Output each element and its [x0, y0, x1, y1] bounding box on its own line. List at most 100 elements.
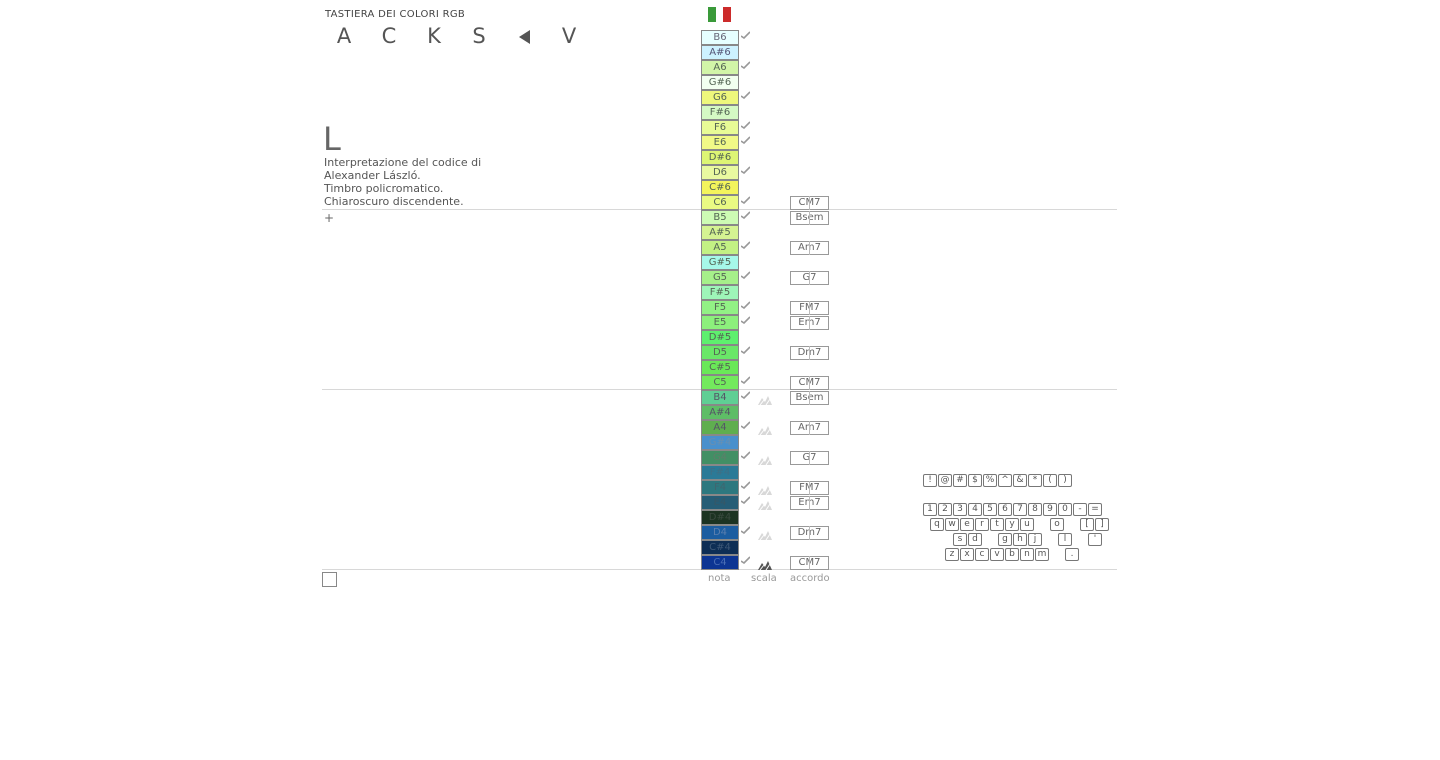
chord-button-bsem[interactable]: Bsem [790, 211, 829, 225]
note-key-g5[interactable]: G5 [701, 270, 739, 285]
keyboard-key[interactable]: z [945, 548, 959, 561]
chord-button-cm7[interactable]: CM7 [790, 376, 829, 390]
keyboard-key[interactable]: ' [1088, 533, 1102, 546]
keyboard-key[interactable]: ^ [998, 474, 1012, 487]
keyboard-key[interactable]: 2 [938, 503, 952, 516]
keyboard-key[interactable]: c [975, 548, 989, 561]
note-key-d-sharp4[interactable]: D#4 [701, 510, 739, 525]
chord-button-am7[interactable]: Am7 [790, 241, 829, 255]
note-key-e4[interactable]: E4 [701, 495, 739, 510]
note-key-d4[interactable]: D4 [701, 525, 739, 540]
note-key-d6[interactable]: D6 [701, 165, 739, 180]
chord-button-cm7[interactable]: CM7 [790, 196, 829, 210]
keyboard-key[interactable]: ! [923, 474, 937, 487]
chord-button-dm7[interactable]: Dm7 [790, 346, 829, 360]
keyboard-key[interactable]: h [1013, 533, 1027, 546]
keyboard-key[interactable]: 0 [1058, 503, 1072, 516]
keyboard-key[interactable]: j [1028, 533, 1042, 546]
keyboard-key[interactable]: ) [1058, 474, 1072, 487]
note-key-e5[interactable]: E5 [701, 315, 739, 330]
note-key-c5[interactable]: C5 [701, 375, 739, 390]
note-key-g4[interactable]: G4 [701, 450, 739, 465]
keyboard-key[interactable]: n [1020, 548, 1034, 561]
note-key-f-sharp6[interactable]: F#6 [701, 105, 739, 120]
keyboard-key[interactable]: s [953, 533, 967, 546]
chord-button-g7[interactable]: G7 [790, 271, 829, 285]
keyboard-key[interactable]: $ [968, 474, 982, 487]
keyboard-key[interactable]: ( [1043, 474, 1057, 487]
chord-button-fm7[interactable]: FM7 [790, 481, 829, 495]
keyboard-key[interactable]: 8 [1028, 503, 1042, 516]
note-key-c6[interactable]: C6 [701, 195, 739, 210]
note-key-g-sharp6[interactable]: G#6 [701, 75, 739, 90]
chord-button-g7[interactable]: G7 [790, 451, 829, 465]
keyboard-key[interactable]: * [1028, 474, 1042, 487]
note-key-e6[interactable]: E6 [701, 135, 739, 150]
keyboard-key[interactable]: 9 [1043, 503, 1057, 516]
keyboard-key[interactable]: . [1065, 548, 1079, 561]
chord-button-dm7[interactable]: Dm7 [790, 526, 829, 540]
keyboard-key[interactable]: 3 [953, 503, 967, 516]
chord-button-am7[interactable]: Am7 [790, 421, 829, 435]
note-key-c-sharp4[interactable]: C#4 [701, 540, 739, 555]
play-back-icon[interactable] [519, 30, 530, 44]
keyboard-key[interactable]: u [1020, 518, 1034, 531]
keyboard-key[interactable]: [ [1080, 518, 1094, 531]
chord-button-bsem[interactable]: Bsem [790, 391, 829, 405]
note-key-d-sharp5[interactable]: D#5 [701, 330, 739, 345]
note-key-b4[interactable]: B4 [701, 390, 739, 405]
chord-button-cm7[interactable]: CM7 [790, 556, 829, 570]
note-key-f5[interactable]: F5 [701, 300, 739, 315]
note-key-f-sharp4[interactable]: F#4 [701, 465, 739, 480]
note-key-f-sharp5[interactable]: F#5 [701, 285, 739, 300]
keyboard-key[interactable]: 1 [923, 503, 937, 516]
menu-item-c[interactable]: C [374, 24, 404, 48]
note-key-c-sharp6[interactable]: C#6 [701, 180, 739, 195]
note-key-a6[interactable]: A6 [701, 60, 739, 75]
keyboard-key[interactable]: l [1058, 533, 1072, 546]
menu-item-a[interactable]: A [329, 24, 359, 48]
note-key-a-sharp6[interactable]: A#6 [701, 45, 739, 60]
keyboard-key[interactable]: w [945, 518, 959, 531]
scale-icon[interactable] [757, 556, 773, 571]
option-checkbox[interactable] [322, 572, 337, 587]
note-key-a-sharp4[interactable]: A#4 [701, 405, 739, 420]
keyboard-key[interactable]: r [975, 518, 989, 531]
keyboard-key[interactable]: e [960, 518, 974, 531]
keyboard-key[interactable]: ] [1095, 518, 1109, 531]
keyboard-key[interactable]: t [990, 518, 1004, 531]
scale-icon[interactable] [757, 526, 773, 541]
keyboard-key[interactable]: g [998, 533, 1012, 546]
note-key-b5[interactable]: B5 [701, 210, 739, 225]
menu-item-s[interactable]: S [464, 24, 494, 48]
menu-item-k[interactable]: K [419, 24, 449, 48]
keyboard-key[interactable]: % [983, 474, 997, 487]
keyboard-key[interactable]: v [990, 548, 1004, 561]
note-key-g6[interactable]: G6 [701, 90, 739, 105]
keyboard-key[interactable]: d [968, 533, 982, 546]
note-key-g-sharp4[interactable]: G#4 [701, 435, 739, 450]
keyboard-key[interactable]: 7 [1013, 503, 1027, 516]
chord-button-fm7[interactable]: FM7 [790, 301, 829, 315]
keyboard-key[interactable]: @ [938, 474, 952, 487]
scale-icon[interactable] [757, 481, 773, 496]
note-key-f4[interactable]: F4 [701, 480, 739, 495]
keyboard-key[interactable]: = [1088, 503, 1102, 516]
expand-button[interactable]: + [324, 211, 334, 225]
note-key-c-sharp5[interactable]: C#5 [701, 360, 739, 375]
note-key-b6[interactable]: B6 [701, 30, 739, 45]
italian-flag-icon[interactable] [708, 7, 732, 22]
note-key-g-sharp5[interactable]: G#5 [701, 255, 739, 270]
keyboard-key[interactable]: - [1073, 503, 1087, 516]
note-key-a5[interactable]: A5 [701, 240, 739, 255]
keyboard-key[interactable]: o [1050, 518, 1064, 531]
keyboard-key[interactable]: y [1005, 518, 1019, 531]
menu-item-v[interactable]: V [554, 24, 584, 48]
chord-button-em7[interactable]: Em7 [790, 316, 829, 330]
keyboard-key[interactable]: 5 [983, 503, 997, 516]
keyboard-key[interactable]: # [953, 474, 967, 487]
note-key-f6[interactable]: F6 [701, 120, 739, 135]
keyboard-key[interactable]: m [1035, 548, 1049, 561]
keyboard-key[interactable]: & [1013, 474, 1027, 487]
scale-icon[interactable] [757, 496, 773, 511]
